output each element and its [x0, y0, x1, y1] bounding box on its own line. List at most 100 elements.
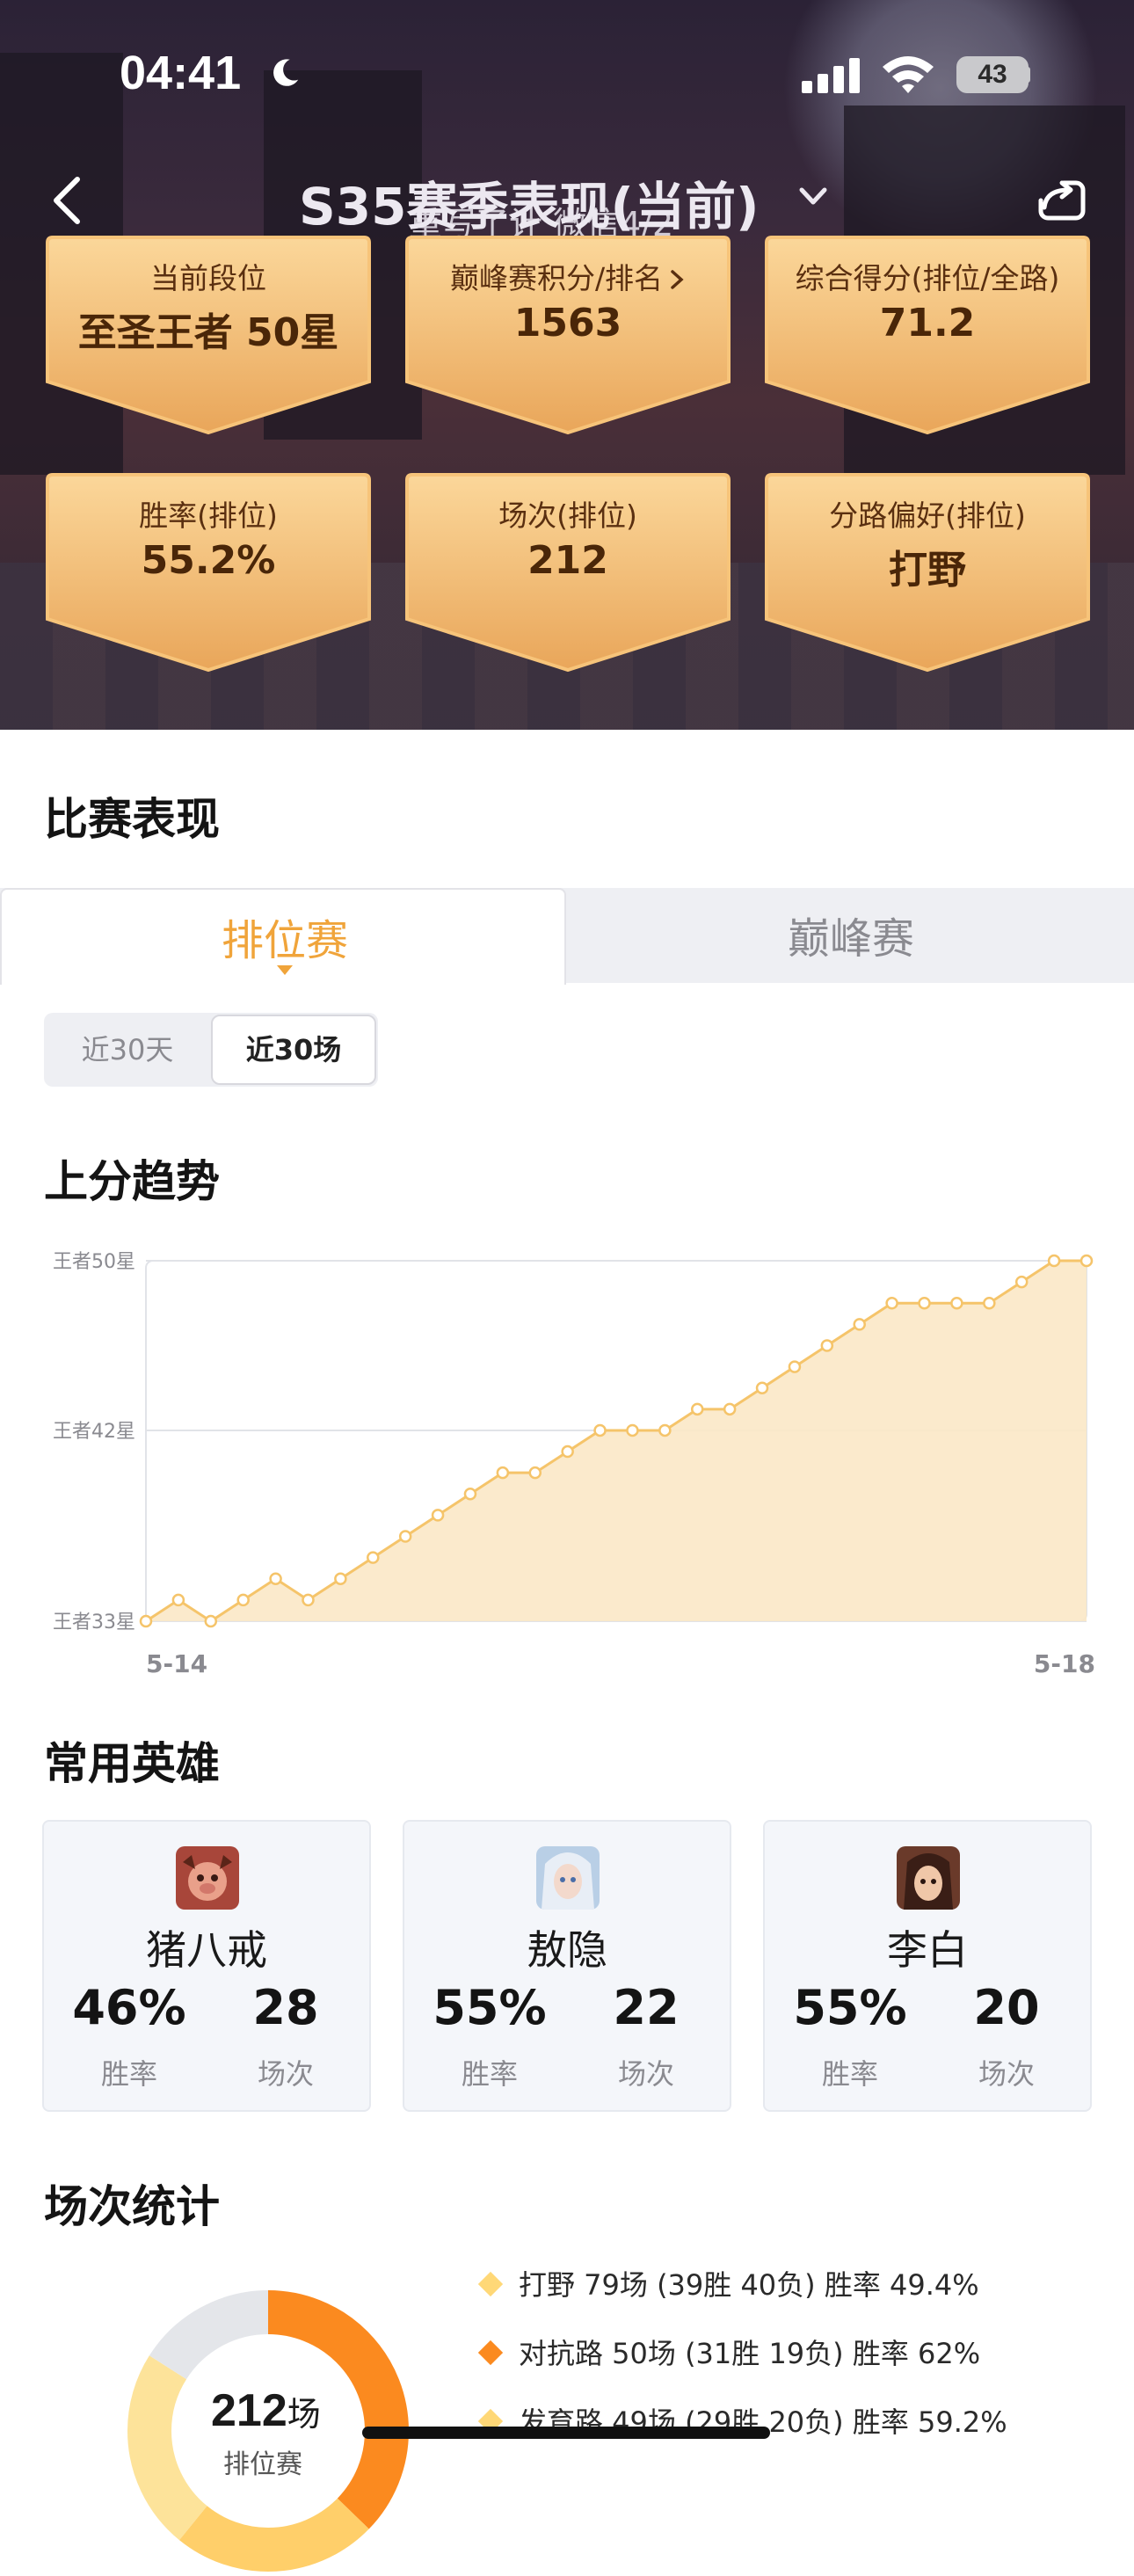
hero-win-rate: 55% [433, 1980, 547, 2035]
hero-avatar [536, 1846, 600, 1910]
season-selector[interactable]: S35赛季表现(当前) 重写了计 微信4/2 [299, 165, 844, 244]
stat-card-value: 55.2% [141, 538, 276, 583]
trend-point [950, 1296, 963, 1310]
stat-card-label: 巅峰赛积分/排名 [403, 255, 732, 297]
segment-last-30-games[interactable]: 近30场 [211, 1015, 376, 1085]
role-legend-text: 对抗路 50场 (31胜 19负) 胜率 62% [519, 2337, 981, 2370]
stat-card-label: 场次(排位) [498, 498, 637, 533]
hero-card-libai[interactable]: 李白 55% 20 胜率 场次 [763, 1820, 1092, 2112]
hero-win-rate-label: 胜率 [461, 2057, 518, 2091]
segment-last-30-days[interactable]: 近30天 [44, 1013, 211, 1087]
trend-area [146, 1261, 1087, 1621]
hero-name: 敖隐 [527, 1926, 607, 1974]
trend-point [593, 1423, 607, 1437]
trend-point [496, 1466, 510, 1480]
stat-card-value: 212 [527, 538, 608, 583]
stat-card-label: 综合得分(排位/全路) [795, 261, 1060, 295]
hero-games-label: 场次 [617, 2057, 674, 2091]
trend-point [528, 1466, 542, 1480]
home-indicator [362, 2427, 770, 2439]
frequent-heroes-title: 常用英雄 [44, 1738, 220, 1789]
hero-games: 20 [973, 1980, 1040, 2035]
stat-card-label: 分路偏好(排位) [829, 498, 1026, 533]
rank-trend-chart: 王者50星王者42星王者33星 5-14 5-18 [53, 1251, 1095, 1678]
hero-games: 22 [613, 1980, 680, 2035]
stat-card-value: 打野 [889, 548, 966, 593]
stat-card-value: 1563 [513, 301, 622, 346]
chevron-right-icon [671, 270, 684, 289]
role-legend-text: 打野 79场 (39胜 40负) 胜率 49.4% [519, 2268, 979, 2302]
hero-card-aoyin[interactable]: 敖隐 55% 22 胜率 场次 [403, 1820, 731, 2112]
period-selector: 近30天 近30场 [44, 1013, 378, 1087]
diamond-icon [477, 2340, 504, 2366]
stat-card-value: 至圣王者 50星 [77, 310, 339, 355]
stat-card-peak-score[interactable]: 巅峰赛积分/排名 1563 [403, 234, 732, 436]
trend-point [236, 1593, 250, 1607]
tab-peak[interactable]: 巅峰赛 [568, 904, 1134, 965]
stat-card-lane-preference: 分路偏好(排位) 打野 [763, 471, 1092, 673]
diamond-icon [477, 2271, 504, 2297]
games-stats-title: 场次统计 [44, 2181, 220, 2232]
hero-games-label: 场次 [257, 2057, 314, 2091]
wifi-icon [883, 56, 934, 93]
season-header-banner: 04:41 43 S35赛季表现(当前) 重写了计 微信4/2 当前段位 至圣王… [0, 0, 1134, 730]
trend-point [204, 1614, 218, 1628]
stat-card-games: 场次(排位) 212 [403, 471, 732, 673]
role-legend-item: 打野 79场 (39胜 40负) 胜率 49.4% [477, 2263, 979, 2303]
chevron-down-icon [799, 187, 827, 205]
hero-win-rate: 55% [793, 1980, 907, 2035]
trend-point [983, 1296, 996, 1310]
battery-tip [1023, 67, 1030, 83]
trend-point [1047, 1254, 1061, 1268]
peak-score-label: 巅峰赛积分/排名 [449, 261, 664, 295]
hero-games: 28 [252, 1980, 319, 2035]
trend-point [885, 1296, 898, 1310]
stat-card-rank: 当前段位 至圣王者 50星 [44, 234, 373, 436]
y-tick-label: 王者50星 [53, 1251, 135, 1273]
hero-name: 李白 [887, 1926, 968, 1974]
x-tick-label: 5-18 [1034, 1649, 1095, 1678]
trend-point [853, 1318, 866, 1331]
trend-point [658, 1423, 672, 1437]
hero-avatar [176, 1846, 239, 1910]
trend-point [1079, 1254, 1094, 1268]
hero-win-rate-label: 胜率 [100, 2057, 157, 2091]
share-icon[interactable] [1037, 176, 1087, 225]
trend-point [561, 1444, 574, 1459]
stat-card-value: 71.2 [879, 301, 976, 346]
battery-icon: 43 [956, 56, 1029, 93]
hero-win-rate: 46% [72, 1980, 186, 2035]
trend-point [918, 1296, 931, 1310]
status-time: 04:41 [120, 47, 242, 99]
trend-point [820, 1339, 834, 1352]
trend-point [334, 1572, 347, 1586]
tab-ranked[interactable]: 排位赛 [0, 888, 566, 985]
donut-subtitle: 排位赛 [223, 2449, 302, 2480]
hero-name: 猪八戒 [146, 1926, 267, 1974]
x-tick-label: 5-14 [146, 1649, 207, 1678]
trend-point [463, 1488, 477, 1501]
trend-point [269, 1572, 282, 1586]
tab-active-caret-icon [277, 965, 293, 975]
donut-total: 212场 [211, 2384, 321, 2437]
hero-win-rate-label: 胜率 [821, 2057, 878, 2091]
match-performance-title: 比赛表现 [44, 794, 220, 845]
trend-point [690, 1402, 704, 1416]
trend-point [367, 1551, 380, 1564]
donut-total-unit: 场 [287, 2397, 321, 2434]
back-arrow-icon[interactable] [49, 176, 84, 225]
tab-ranked-label: 排位赛 [221, 916, 348, 965]
moon-icon [273, 59, 299, 86]
y-tick-label: 王者42星 [53, 1421, 135, 1443]
trend-point [302, 1593, 315, 1607]
hero-card-zhubajie[interactable]: 猪八戒 46% 28 胜率 场次 [42, 1820, 371, 2112]
stat-card-label: 当前段位 [150, 261, 266, 295]
trend-point [398, 1530, 412, 1543]
hero-avatar [897, 1846, 960, 1910]
trend-point [139, 1614, 153, 1628]
trend-point [723, 1402, 737, 1416]
match-type-tabs: 排位赛 巅峰赛 [0, 888, 1134, 985]
trend-point [626, 1423, 639, 1437]
trend-point [171, 1593, 185, 1607]
trend-point [788, 1360, 802, 1373]
